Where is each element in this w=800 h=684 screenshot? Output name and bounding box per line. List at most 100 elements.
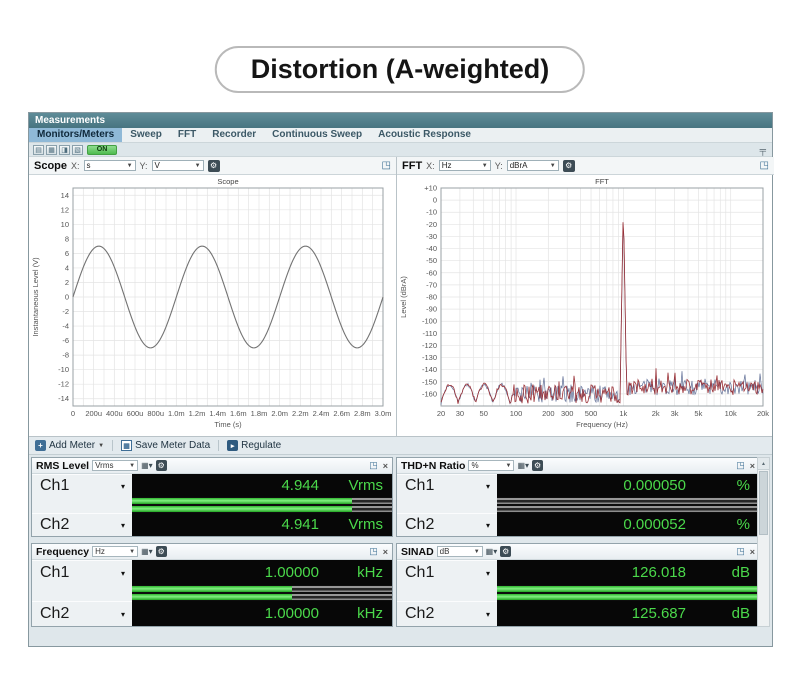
svg-text:10k: 10k xyxy=(725,409,737,418)
svg-text:Time (s): Time (s) xyxy=(214,420,242,429)
close-icon[interactable]: × xyxy=(381,461,388,471)
svg-text:Frequency (Hz): Frequency (Hz) xyxy=(576,420,628,429)
meter-settings-icon[interactable]: ⚙ xyxy=(500,546,512,557)
chevron-down-icon: ▾ xyxy=(485,568,490,578)
sinad-header: SINAD dB ▼ ▦▾ ⚙ ◳ × xyxy=(397,544,759,560)
popout-icon[interactable]: ◳ xyxy=(736,460,745,471)
layout-split-icon[interactable]: ◨ xyxy=(59,144,70,155)
frequency-ch2-row: Ch2 ▾ 1.00000 kHz xyxy=(32,601,392,626)
meter-settings-icon[interactable]: ⚙ xyxy=(155,460,167,471)
tab-fft[interactable]: FFT xyxy=(170,128,204,142)
svg-text:2.2m: 2.2m xyxy=(292,409,309,418)
tab-recorder[interactable]: Recorder xyxy=(204,128,264,142)
thdn-unit-select[interactable]: % ▼ xyxy=(468,460,515,471)
thdn-ch2-display: 0.000052 % xyxy=(497,513,759,536)
meter-display-mode-icon[interactable]: ▦▾ xyxy=(517,461,529,470)
fft-x-unit-select[interactable]: Hz ▼ xyxy=(438,160,491,171)
tab-sweep[interactable]: Sweep xyxy=(122,128,170,142)
chevron-down-icon: ▼ xyxy=(98,442,105,449)
tab-continuous-sweep[interactable]: Continuous Sweep xyxy=(264,128,370,142)
page-title-text: Distortion (A-weighted) xyxy=(250,54,550,84)
chevron-down-icon: ▼ xyxy=(129,462,136,469)
fft-panel-header: FFT X: Hz ▼ Y: dBrA ▼ ⚙ ◳ xyxy=(397,157,774,175)
rms-ch2-label[interactable]: Ch2 ▾ xyxy=(32,513,132,536)
plot-area: Scope X: s ▼ Y: V ▼ ⚙ ◳ Scope 14 12 10 8 6 4 2 0 -2… xyxy=(29,157,774,437)
tab-monitors-meters[interactable]: Monitors/Meters xyxy=(29,128,123,142)
svg-text:5k: 5k xyxy=(694,409,702,418)
meter-settings-icon[interactable]: ⚙ xyxy=(155,546,167,557)
svg-text:3.0m: 3.0m xyxy=(375,409,392,418)
sinad-ch1-row: Ch1 ▾ 126.018 dB xyxy=(397,560,759,585)
window-titlebar: Measurements xyxy=(29,113,772,128)
page-title: Distortion (A-weighted) xyxy=(214,46,586,93)
layout-grid-icon[interactable]: ▦ xyxy=(46,144,57,155)
svg-text:-110: -110 xyxy=(423,329,437,338)
frequency-ch1-label[interactable]: Ch1 ▾ xyxy=(32,560,132,585)
popout-icon[interactable]: ◳ xyxy=(736,546,745,557)
sinad-ch2-label[interactable]: Ch2 ▾ xyxy=(397,601,497,626)
scope-y-unit-select[interactable]: V ▼ xyxy=(151,160,204,171)
toolbar-separator xyxy=(218,440,220,451)
layout-single-icon[interactable]: ▤ xyxy=(33,144,44,155)
thdn-ch1-row: Ch1 ▾ 0.000050 % xyxy=(397,474,759,497)
close-icon[interactable]: × xyxy=(748,547,755,557)
svg-text:1.6m: 1.6m xyxy=(230,409,247,418)
sinad-unit-select[interactable]: dB ▼ xyxy=(436,546,483,557)
close-icon[interactable]: × xyxy=(381,547,388,557)
scope-popout-icon[interactable]: ◳ xyxy=(382,160,391,171)
meters-scrollbar[interactable]: ▲ xyxy=(757,457,770,627)
layout-panes-icon[interactable]: ▧ xyxy=(72,144,83,155)
popout-icon[interactable]: ◳ xyxy=(369,460,378,471)
svg-text:20: 20 xyxy=(437,409,445,418)
rms-unit-select[interactable]: Vrms ▼ xyxy=(92,460,139,471)
svg-text:2k: 2k xyxy=(652,409,660,418)
regulate-button[interactable]: ▸ Regulate xyxy=(225,440,283,451)
svg-text:1.8m: 1.8m xyxy=(251,409,268,418)
scrollbar-thumb[interactable] xyxy=(759,471,768,535)
scroll-up-icon[interactable]: ▲ xyxy=(758,458,769,470)
sinad-ch1-label[interactable]: Ch1 ▾ xyxy=(397,560,497,585)
add-meter-button[interactable]: + Add Meter ▼ xyxy=(33,440,106,451)
frequency-unit-select[interactable]: Hz ▼ xyxy=(92,546,139,557)
fft-popout-icon[interactable]: ◳ xyxy=(760,160,769,171)
toolbar-separator xyxy=(112,440,114,451)
sinad-ch2-display: 125.687 dB xyxy=(497,601,759,626)
svg-text:-90: -90 xyxy=(426,305,437,314)
svg-text:-120: -120 xyxy=(422,341,437,350)
sinad-ch2-row: Ch2 ▾ 125.687 dB xyxy=(397,601,759,626)
scope-settings-icon[interactable]: ⚙ xyxy=(207,159,220,172)
chevron-down-icon: ▼ xyxy=(194,162,201,169)
meter-display-mode-icon[interactable]: ▦▾ xyxy=(141,547,153,556)
meter-display-mode-icon[interactable]: ▦▾ xyxy=(141,461,153,470)
auto-hide-pin-icon[interactable]: ╤ xyxy=(760,145,768,155)
svg-text:20k: 20k xyxy=(757,409,769,418)
svg-text:-100: -100 xyxy=(422,317,437,326)
meter-display-mode-icon[interactable]: ▦▾ xyxy=(486,547,498,556)
svg-text:400u: 400u xyxy=(106,409,123,418)
monitors-on-toggle[interactable]: ON xyxy=(87,144,117,155)
meter-panel-thdn-ratio: THD+N Ratio % ▼ ▦▾ ⚙ ◳ × Ch1 ▾ 0.000050 % xyxy=(396,457,760,537)
thdn-ch2-label[interactable]: Ch2 ▾ xyxy=(397,513,497,536)
svg-text:1.4m: 1.4m xyxy=(209,409,226,418)
svg-text:-30: -30 xyxy=(426,232,437,241)
meter-settings-icon[interactable]: ⚙ xyxy=(532,460,544,471)
frequency-ch2-bar xyxy=(132,594,392,600)
fft-panel-title: FFT xyxy=(402,159,423,172)
fft-y-unit-select[interactable]: dBrA ▼ xyxy=(506,160,559,171)
svg-text:50: 50 xyxy=(480,409,488,418)
tab-acoustic-response[interactable]: Acoustic Response xyxy=(370,128,479,142)
frequency-ch2-label[interactable]: Ch2 ▾ xyxy=(32,601,132,626)
svg-text:1k: 1k xyxy=(619,409,627,418)
close-icon[interactable]: × xyxy=(748,461,755,471)
popout-icon[interactable]: ◳ xyxy=(369,546,378,557)
scope-x-unit-select[interactable]: s ▼ xyxy=(83,160,136,171)
sinad-bars xyxy=(397,585,759,601)
svg-text:30: 30 xyxy=(456,409,464,418)
svg-text:2.0m: 2.0m xyxy=(271,409,288,418)
thdn-ch1-label[interactable]: Ch1 ▾ xyxy=(397,474,497,497)
save-meter-data-button[interactable]: ▦ Save Meter Data xyxy=(119,440,212,451)
frequency-ch1-display: 1.00000 kHz xyxy=(132,560,392,585)
frequency-header: Frequency Hz ▼ ▦▾ ⚙ ◳ × xyxy=(32,544,392,560)
rms-ch1-label[interactable]: Ch1 ▾ xyxy=(32,474,132,497)
fft-settings-icon[interactable]: ⚙ xyxy=(562,159,575,172)
